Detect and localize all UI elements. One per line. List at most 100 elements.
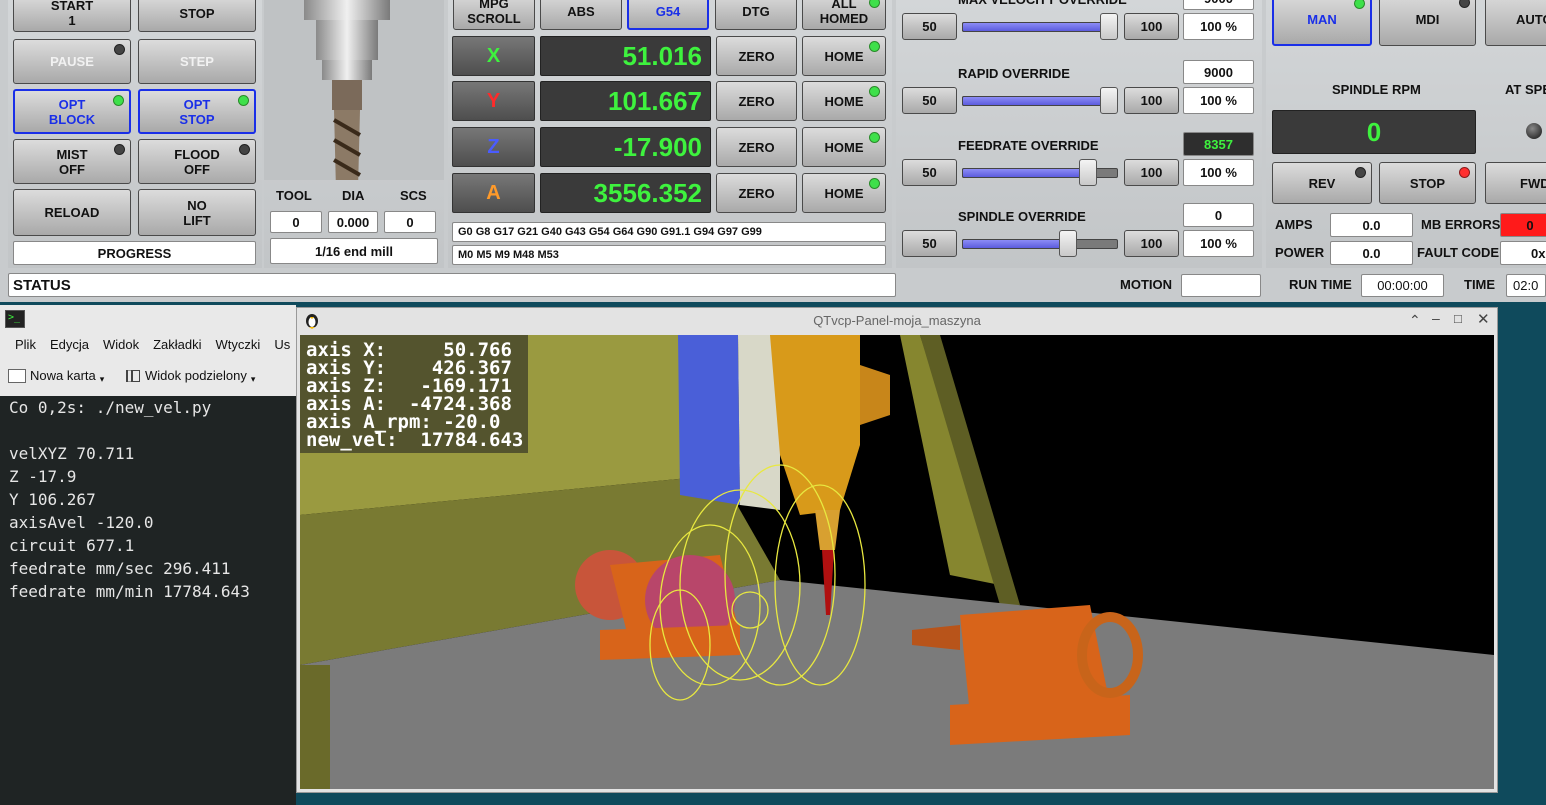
mdi-indicator bbox=[1459, 0, 1470, 8]
scs-header: SCS bbox=[400, 188, 427, 203]
override-max-button[interactable]: 100 bbox=[1124, 13, 1179, 40]
axis-letter: A bbox=[486, 181, 501, 204]
menu-item[interactable]: Wtyczki bbox=[216, 337, 261, 352]
zero-a-button[interactable]: ZERO bbox=[716, 173, 797, 213]
terminal-line: feedrate mm/sec 296.411 bbox=[9, 559, 231, 578]
terminal-line: Y 106.267 bbox=[9, 490, 96, 509]
override-slider-handle[interactable] bbox=[1079, 159, 1098, 186]
override-min-button[interactable]: 50 bbox=[902, 230, 957, 257]
zero-x-button[interactable]: ZERO bbox=[716, 36, 797, 76]
spindle-stop-button[interactable]: STOP bbox=[1379, 162, 1476, 204]
progress-bar: PROGRESS bbox=[13, 241, 256, 265]
minimize-icon[interactable]: – bbox=[1432, 310, 1440, 326]
menu-item[interactable]: Widok bbox=[103, 337, 139, 352]
home-y-button[interactable]: HOME bbox=[802, 81, 886, 121]
tool-diameter: 0.000 bbox=[328, 211, 378, 233]
override-fill bbox=[962, 239, 1068, 249]
run-time-label: RUN TIME bbox=[1289, 277, 1352, 292]
override-min-button[interactable]: 50 bbox=[902, 13, 957, 40]
opt-stop-indicator bbox=[238, 95, 249, 106]
mist-label: MIST OFF bbox=[56, 146, 88, 177]
axis-letter: Y bbox=[486, 89, 501, 112]
auto-mode-button[interactable]: AUTO bbox=[1485, 0, 1546, 46]
override-fill bbox=[962, 22, 1109, 32]
axis-overlay: axis X: 50.766 axis Y: 426.367 axis Z: -16… bbox=[300, 335, 529, 453]
start-button[interactable]: START 1 bbox=[13, 0, 131, 32]
override-slider-handle[interactable] bbox=[1100, 87, 1118, 114]
flood-button[interactable]: FLOOD OFF bbox=[138, 139, 256, 184]
zero-z-button[interactable]: ZERO bbox=[716, 127, 797, 167]
override-max-button[interactable]: 100 bbox=[1124, 230, 1179, 257]
maximize-icon[interactable]: □ bbox=[1454, 311, 1462, 326]
mb-errors-label: MB ERRORS bbox=[1421, 217, 1501, 232]
all-homed-indicator bbox=[869, 0, 880, 8]
close-icon[interactable]: ✕ bbox=[1477, 310, 1490, 328]
terminal-line: feedrate mm/min 17784.643 bbox=[9, 582, 250, 601]
pause-indicator bbox=[114, 44, 125, 55]
menu-item[interactable]: Plik bbox=[15, 337, 36, 352]
override-fill bbox=[962, 96, 1109, 106]
menu-item[interactable]: Edycja bbox=[50, 337, 89, 352]
stop-button[interactable]: STOP bbox=[138, 0, 256, 32]
terminal-icon: >_ bbox=[5, 310, 25, 328]
step-button[interactable]: STEP bbox=[138, 39, 256, 84]
motion-value bbox=[1181, 274, 1261, 297]
mpg-scroll-button[interactable]: MPG SCROLL bbox=[453, 0, 535, 30]
override-slider-handle[interactable] bbox=[1100, 13, 1118, 40]
home-label: HOME bbox=[824, 48, 864, 64]
3d-view[interactable]: axis X: 50.766 axis Y: 426.367 axis Z: -16… bbox=[300, 335, 1494, 789]
override-max-button[interactable]: 100 bbox=[1124, 87, 1179, 114]
mist-indicator bbox=[114, 144, 125, 155]
home-a-button[interactable]: HOME bbox=[802, 173, 886, 213]
override-min-button[interactable]: 50 bbox=[902, 159, 957, 186]
terminal-line: axisAvel -120.0 bbox=[9, 513, 154, 532]
override-value: 9000 bbox=[1183, 60, 1254, 84]
override-max-button[interactable]: 100 bbox=[1124, 159, 1179, 186]
opt-block-button[interactable]: OPT BLOCK bbox=[13, 89, 131, 134]
override-title: SPINDLE OVERRIDE bbox=[958, 209, 1086, 224]
abs-button[interactable]: ABS bbox=[540, 0, 622, 30]
tool-image bbox=[264, 0, 444, 180]
dro-section: MPG SCROLL ABS G54 DTG ALL HOMED X 51.01… bbox=[448, 0, 892, 268]
spindle-stop-indicator bbox=[1459, 167, 1470, 178]
axis-label-y[interactable]: Y bbox=[452, 81, 535, 121]
menu-item[interactable]: Us bbox=[274, 337, 290, 352]
spindle-rev-button[interactable]: REV bbox=[1272, 162, 1372, 204]
pause-button[interactable]: PAUSE bbox=[13, 39, 131, 84]
dtg-button[interactable]: DTG bbox=[715, 0, 797, 30]
spindle-stop-label: STOP bbox=[1409, 175, 1446, 191]
axis-label-z[interactable]: Z bbox=[452, 127, 535, 167]
axis-letter: Z bbox=[487, 135, 500, 158]
axis-label-x[interactable]: X bbox=[452, 36, 535, 76]
split-view-button[interactable]: Widok podzielony ▾ bbox=[126, 366, 255, 385]
override-slider-handle[interactable] bbox=[1058, 230, 1077, 257]
at-speed-label: AT SPEED bbox=[1505, 82, 1546, 97]
chevron-down-icon: ▾ bbox=[250, 374, 256, 384]
terminal-output[interactable]: Co 0,2s: ./new_vel.py velXYZ 70.711 Z -17.… bbox=[0, 396, 296, 805]
new-tab-button[interactable]: Nowa karta ▾ bbox=[8, 366, 104, 385]
collapse-icon[interactable]: ⌃ bbox=[1409, 312, 1421, 329]
mist-button[interactable]: MIST OFF bbox=[13, 139, 131, 184]
terminal-line: Co 0,2s: ./new_vel.py bbox=[9, 398, 212, 417]
zero-y-button[interactable]: ZERO bbox=[716, 81, 797, 121]
spindle-section: MAN MDI AUTO SPINDLE RPM AT SPEED 0 REV … bbox=[1266, 0, 1546, 268]
override-value: 0 bbox=[1183, 203, 1254, 227]
motion-label: MOTION bbox=[1120, 277, 1172, 292]
man-mode-button[interactable]: MAN bbox=[1272, 0, 1372, 46]
override-percent: 100 % bbox=[1183, 230, 1254, 257]
mdi-mode-button[interactable]: MDI bbox=[1379, 0, 1476, 46]
g54-button[interactable]: G54 bbox=[627, 0, 709, 30]
viewer-title: QTvcp-Panel-moja_maszyna bbox=[813, 313, 981, 328]
home-z-button[interactable]: HOME bbox=[802, 127, 886, 167]
override-min-button[interactable]: 50 bbox=[902, 87, 957, 114]
opt-stop-button[interactable]: OPT STOP bbox=[138, 89, 256, 134]
reload-button[interactable]: RELOAD bbox=[13, 189, 131, 236]
man-label: MAN bbox=[1307, 11, 1337, 27]
override-value: 8357 bbox=[1183, 132, 1254, 156]
home-x-button[interactable]: HOME bbox=[802, 36, 886, 76]
spindle-fwd-button[interactable]: FWD bbox=[1485, 162, 1546, 204]
no-lift-button[interactable]: NO LIFT bbox=[138, 189, 256, 236]
menu-item[interactable]: Zakładki bbox=[153, 337, 201, 352]
all-homed-button[interactable]: ALL HOMED bbox=[802, 0, 886, 30]
axis-label-a[interactable]: A bbox=[452, 173, 535, 213]
